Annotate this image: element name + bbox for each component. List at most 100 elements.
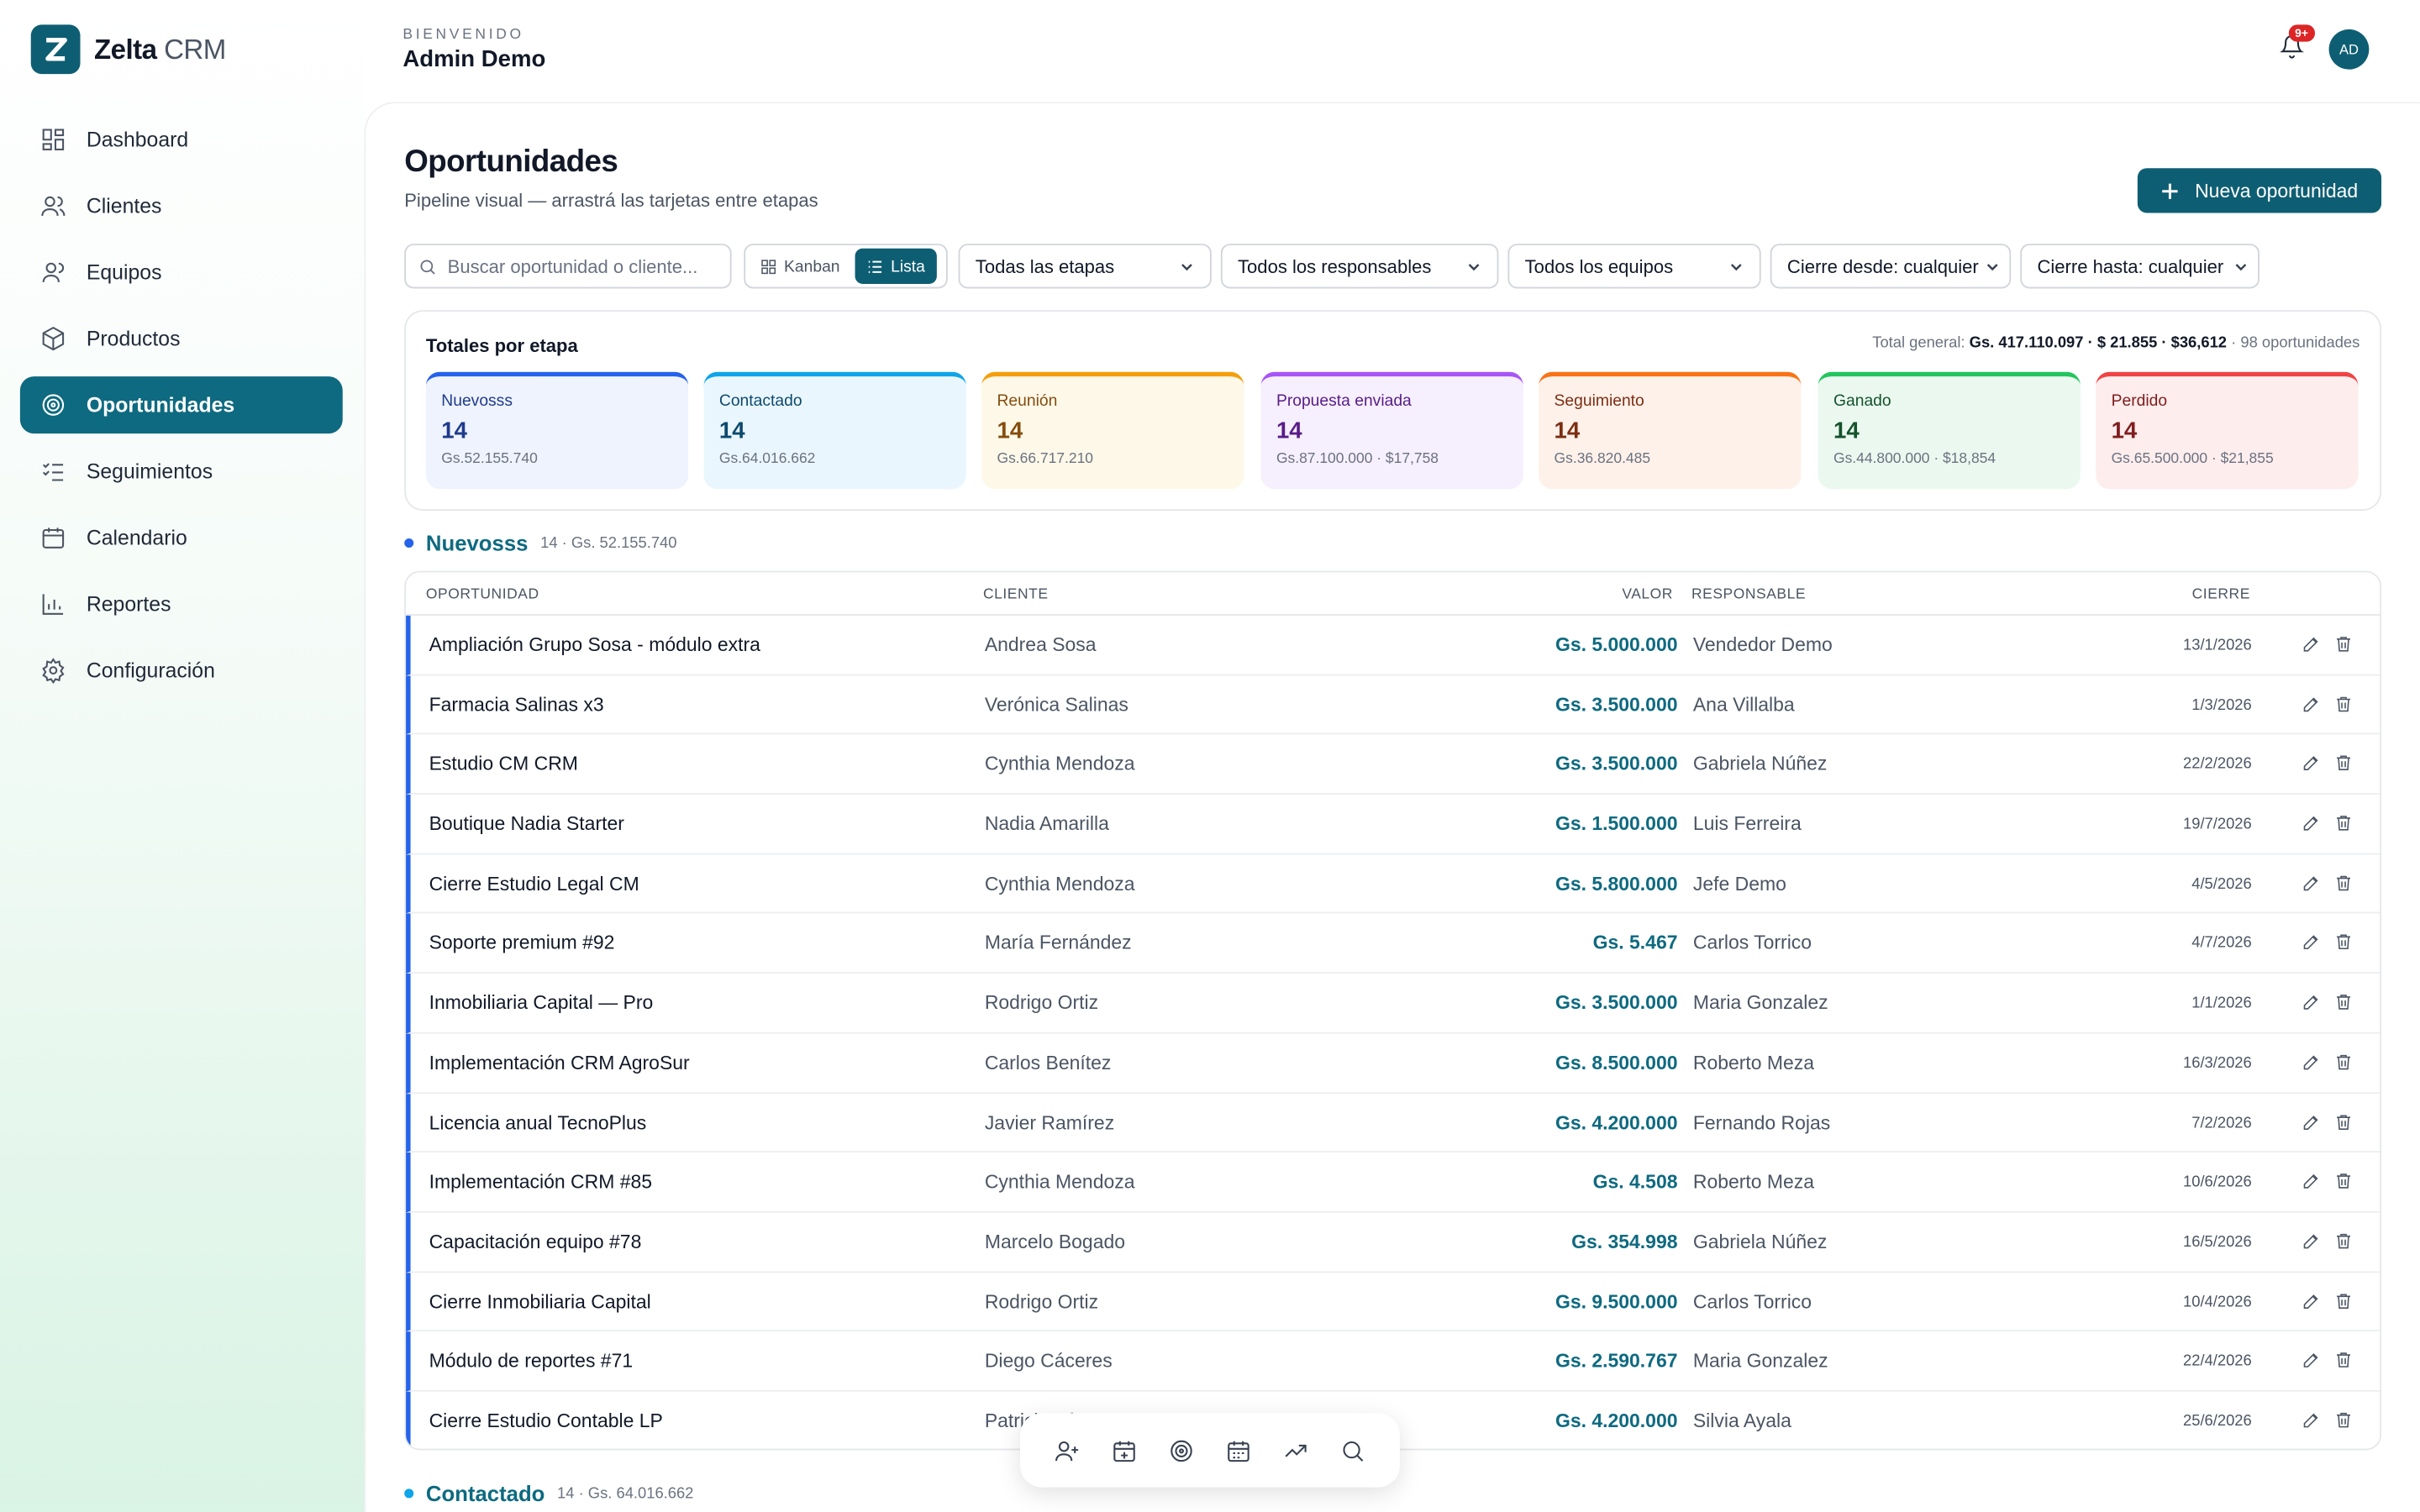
table-row[interactable]: Ampliación Grupo Sosa - módulo extra Andr… [406,615,2381,675]
edit-button[interactable] [2302,873,2323,895]
delete-button[interactable] [2333,813,2355,835]
sidebar-item-clientes[interactable]: Clientes [20,177,343,234]
delete-button[interactable] [2333,992,2355,1014]
owner-filter[interactable]: Todos los responsables [1220,244,1499,289]
add-client-button[interactable] [1050,1433,1084,1467]
delete-button[interactable] [2333,873,2355,895]
cell-value: Gs. 9.500.000 [1555,1290,1678,1313]
table-row[interactable]: Farmacia Salinas x3 Verónica Salinas Gs. 3… [406,675,2381,735]
sidebar-item-productos[interactable]: Productos [20,310,343,367]
table-row[interactable]: Capacitación equipo #78 Marcelo Bogado Gs.… [406,1212,2381,1273]
table-row[interactable]: Módulo de reportes #71 Diego Cáceres Gs. 2… [406,1331,2381,1392]
cell-value: Gs. 4.200.000 [1555,1111,1678,1134]
cell-opportunity: Capacitación equipo #78 [429,1231,642,1253]
header-owner: RESPONSABLE [1691,585,1807,604]
calendar-shortcut[interactable] [1222,1433,1255,1467]
search-shortcut[interactable] [1336,1433,1370,1467]
stage-filter[interactable]: Todas las etapas [958,244,1212,289]
cell-opportunity: Soporte premium #92 [429,932,615,954]
table-row[interactable]: Soporte premium #92 María Fernández Gs. 5.… [406,914,2381,974]
section-title: Contactado [425,1481,545,1506]
sidebar-item-calendario[interactable]: Calendario [20,509,343,566]
edit-button[interactable] [2302,634,2323,656]
search-box[interactable] [404,244,732,289]
edit-button[interactable] [2302,1111,2323,1133]
delete-button[interactable] [2333,1231,2355,1252]
stage-section-header[interactable]: Nuevosss 14 · Gs. 52.155.740 [404,530,677,556]
edit-button[interactable] [2302,1291,2323,1313]
edit-button[interactable] [2302,694,2323,716]
sidebar-item-oportunidades[interactable]: Oportunidades [19,376,343,434]
pencil-icon [2302,696,2322,719]
search-input[interactable] [447,255,710,277]
edit-button[interactable] [2302,1052,2323,1074]
edit-button[interactable] [2302,813,2323,835]
new-opportunity-button[interactable]: Nueva oportunidad [2137,168,2382,213]
sidebar-item-reportes[interactable]: Reportes [20,575,343,633]
cell-owner: Gabriela Núñez [1692,753,1828,775]
cell-client: Carlos Benítez [984,1052,1112,1074]
table-row[interactable]: Boutique Nadia Starter Nadia Amarilla Gs. … [406,795,2381,855]
sidebar-item-configuracion[interactable]: Configuración [20,642,343,699]
sidebar-item-dashboard[interactable]: Dashboard [20,111,343,168]
list-view-button[interactable]: Lista [855,248,938,284]
edit-button[interactable] [2302,753,2323,775]
close-to-filter[interactable]: Cierre hasta: cualquier [2020,244,2260,289]
table-row[interactable]: Licencia anual TecnoPlus Javier Ramírez Gs… [406,1093,2381,1153]
delete-button[interactable] [2333,1171,2355,1193]
avatar[interactable]: AD [2328,29,2370,70]
close-to-value: Cierre hasta: cualquier [2037,255,2224,277]
team-filter[interactable]: Todos los equipos [1507,244,1761,289]
kanban-view-button[interactable]: Kanban [749,249,852,284]
stage-card[interactable]: Contactado 14 Gs.64.016.662 [703,371,966,490]
trash-icon [2333,995,2354,1017]
edit-button[interactable] [2302,1351,2323,1373]
stage-card[interactable]: Seguimiento 14 Gs.36.820.485 [1539,371,1802,490]
sidebar-item-seguimientos[interactable]: Seguimientos [20,443,343,500]
sidebar-item-equipos[interactable]: Equipos [20,244,343,301]
stage-section-header-contactado[interactable]: Contactado 14 · Gs. 64.016.662 [404,1481,693,1506]
delete-button[interactable] [2333,634,2355,656]
cell-close-date: 16/5/2026 [2183,1234,2252,1252]
table-row[interactable]: Estudio CM CRM Cynthia Mendoza Gs. 3.500.0… [406,734,2381,795]
table-row[interactable]: Cierre Inmobiliaria Capital Rodrigo Ortiz… [406,1272,2381,1332]
delete-button[interactable] [2333,1111,2355,1133]
stage-card[interactable]: Propuesta enviada 14 Gs.87.100.000 · $17,7… [1260,371,1523,490]
table-row[interactable]: Implementación CRM AgroSur Carlos Benítez… [406,1033,2381,1094]
cell-owner: Carlos Torrico [1692,932,1812,954]
delete-button[interactable] [2333,1052,2355,1074]
delete-button[interactable] [2333,1351,2355,1373]
stage-card[interactable]: Perdido 14 Gs.65.500.000 · $21,855 [2096,371,2359,490]
add-event-button[interactable] [1107,1433,1141,1467]
delete-button[interactable] [2333,932,2355,954]
edit-button[interactable] [2302,992,2323,1014]
table-row[interactable]: Cierre Estudio Legal CM Cynthia Mendoza Gs… [406,854,2381,915]
stage-card[interactable]: Nuevosss 14 Gs.52.155.740 [425,371,689,490]
delete-button[interactable] [2333,753,2355,775]
table-row[interactable]: Implementación CRM #85 Cynthia Mendoza Gs.… [406,1152,2381,1213]
cell-client: Nadia Amarilla [984,813,1109,835]
edit-button[interactable] [2302,1171,2323,1193]
cell-value: Gs. 4.200.000 [1555,1410,1678,1432]
stage-card[interactable]: Ganado 14 Gs.44.800.000 · $18,854 [1818,371,2081,490]
reports-shortcut[interactable] [1279,1433,1313,1467]
cell-opportunity: Módulo de reportes #71 [429,1350,634,1373]
chevron-down-icon [1468,263,1480,270]
close-from-filter[interactable]: Cierre desde: cualquier [1770,244,2012,289]
stage-count: 14 [2111,417,2138,444]
edit-button[interactable] [2302,932,2323,954]
section-title: Nuevosss [425,530,529,556]
delete-button[interactable] [2333,1410,2355,1432]
stage-card[interactable]: Reunión 14 Gs.66.717.210 [981,371,1244,490]
opportunities-shortcut[interactable] [1165,1433,1198,1467]
delete-button[interactable] [2333,1291,2355,1313]
trash-icon [2333,1173,2354,1196]
edit-button[interactable] [2302,1410,2323,1432]
edit-button[interactable] [2302,1231,2323,1252]
cell-client: Marcelo Bogado [984,1231,1126,1253]
header-value: VALOR [1622,585,1673,604]
cell-close-date: 1/3/2026 [2191,696,2252,714]
app-logo[interactable]: Zelta CRM [30,24,226,75]
table-row[interactable]: Inmobiliaria Capital — Pro Rodrigo Ortiz G… [406,974,2381,1034]
delete-button[interactable] [2333,694,2355,716]
